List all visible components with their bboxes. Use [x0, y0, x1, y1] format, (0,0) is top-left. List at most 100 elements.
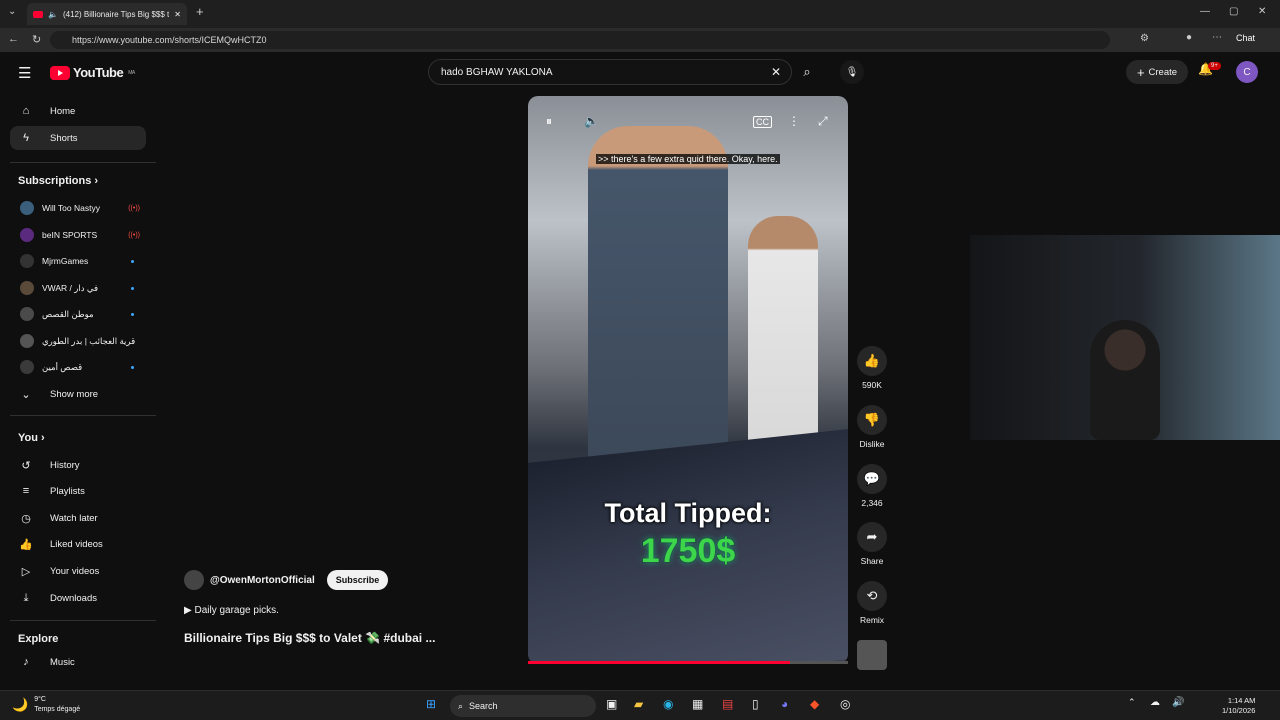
history-icon: ↺: [21, 459, 31, 472]
subscription-item[interactable]: قصص أمين: [20, 356, 140, 378]
mic-icon: 🎙: [845, 66, 859, 78]
sidebar-item-history[interactable]: ↺ History: [10, 453, 146, 477]
live-icon: ((•)): [128, 231, 140, 239]
close-window-icon[interactable]: ✕: [1258, 6, 1266, 17]
youtube-logo[interactable]: YouTube MA: [50, 65, 135, 80]
extensions-icon[interactable]: ⚙: [1140, 33, 1149, 44]
windows-start-icon[interactable]: ⊞: [426, 697, 436, 711]
progress-fill: [528, 661, 791, 664]
video-description[interactable]: ▶ Daily garage picks.: [184, 605, 279, 616]
search-button[interactable]: ⌕: [792, 59, 822, 85]
sidebar-item-shorts[interactable]: ϟ Shorts: [10, 126, 146, 150]
more-menu-icon[interactable]: ⋯: [1212, 32, 1222, 43]
channel-name[interactable]: @OwenMortonOfficial: [210, 575, 315, 586]
sidebar-item-watch-later[interactable]: ◷ Watch later: [10, 506, 146, 530]
browser-tab[interactable]: 🔈 (412) Billionaire Tips Big $$$ t ✕: [27, 3, 187, 25]
subscription-label: موطن القصص: [42, 308, 94, 319]
subscription-item[interactable]: موطن القصص: [20, 303, 140, 325]
captions-icon[interactable]: CC: [753, 116, 772, 128]
shorts-video-player[interactable]: [528, 96, 848, 664]
subscription-label: قرية العجائب | بدر الطوري: [42, 335, 136, 346]
chrome-icon[interactable]: ◎: [840, 697, 850, 711]
minimize-icon[interactable]: —: [1200, 6, 1210, 17]
subscriptions-heading[interactable]: Subscriptions ›: [18, 175, 98, 187]
profile-icon[interactable]: ●: [1186, 32, 1192, 43]
close-tab-icon[interactable]: ✕: [174, 10, 181, 19]
sidebar-item-liked-videos[interactable]: 👍 Liked videos: [10, 532, 146, 556]
speaker-icon[interactable]: 🔈: [48, 10, 58, 19]
file-explorer-icon[interactable]: ▰: [634, 697, 643, 711]
app-icon[interactable]: ▤: [722, 697, 733, 711]
more-options-icon[interactable]: ⋮: [788, 114, 800, 128]
account-avatar[interactable]: C: [1236, 61, 1258, 83]
like-button[interactable]: 👍 590K: [850, 346, 894, 390]
volume-tray-icon[interactable]: 🔊: [1172, 697, 1184, 708]
hamburger-menu-icon[interactable]: ☰: [18, 64, 31, 82]
show-more-label: Show more: [50, 388, 99, 400]
youtube-play-icon: [50, 65, 70, 80]
subscription-item[interactable]: Will Too Nastyy ((•)): [20, 197, 140, 219]
reload-icon[interactable]: ↻: [32, 33, 41, 46]
watch-later-icon: ◷: [21, 512, 31, 525]
subscription-item[interactable]: VWAR / في دار: [20, 277, 140, 299]
weather-widget[interactable]: 🌙 9°C Temps dégagé: [12, 695, 80, 715]
subscribe-button[interactable]: Subscribe: [326, 570, 389, 590]
sidebar-item-label: Watch later: [50, 512, 98, 524]
new-content-dot: [131, 365, 134, 369]
divider: [10, 162, 156, 163]
divider: [10, 620, 156, 621]
sidebar-item-label: History: [50, 459, 80, 471]
network-icon[interactable]: ☁: [1150, 697, 1160, 708]
tab-list-icon[interactable]: ⌄: [8, 6, 16, 17]
video-title[interactable]: Billionaire Tips Big $$$ to Valet 💸 #dub…: [184, 631, 435, 645]
fullscreen-icon[interactable]: ⤢: [818, 114, 828, 129]
channel-avatar[interactable]: [184, 570, 204, 590]
url-field[interactable]: https://www.youtube.com/shorts/ICEMQwHCT…: [50, 31, 1110, 49]
comments-button[interactable]: 💬 2,346: [850, 464, 894, 508]
volume-icon[interactable]: 🔈: [584, 114, 599, 128]
taskbar-search[interactable]: ⌕ Search: [450, 695, 596, 717]
clock-time: 1:14 AM: [1227, 696, 1256, 705]
sidebar-item-home[interactable]: ⌂ Home: [10, 99, 146, 123]
notepad-icon[interactable]: ▯: [752, 697, 759, 711]
sound-thumbnail[interactable]: [850, 640, 894, 674]
chat-button[interactable]: Chat: [1236, 33, 1255, 43]
create-button[interactable]: + Create: [1126, 60, 1188, 84]
sidebar-item-downloads[interactable]: ⤓ Downloads: [10, 586, 146, 610]
store-icon[interactable]: ▦: [692, 697, 703, 711]
pause-icon[interactable]: ⏸: [546, 114, 552, 129]
system-clock[interactable]: 1:14 AM 1/10/2026: [1222, 696, 1255, 716]
subscription-item[interactable]: MjrmGames: [20, 250, 140, 272]
sidebar-item-playlists[interactable]: ≡ Playlists: [10, 479, 146, 503]
channel-avatar: [20, 334, 34, 348]
sidebar-item-label: Music: [50, 656, 75, 668]
tray-chevron-icon[interactable]: ⌃: [1128, 697, 1136, 708]
subscription-item[interactable]: beIN SPORTS ((•)): [20, 224, 140, 246]
sidebar-item-music[interactable]: ♪ Music: [10, 650, 146, 674]
voice-search-button[interactable]: 🎙: [840, 60, 864, 84]
sidebar-item-your-videos[interactable]: ▷ Your videos: [10, 559, 146, 583]
new-tab-icon[interactable]: +: [196, 4, 204, 19]
logo-text: YouTube: [73, 65, 124, 80]
discord-icon[interactable]: ◕: [781, 697, 788, 711]
brave-icon[interactable]: ◆: [810, 697, 819, 711]
back-icon[interactable]: ←: [8, 33, 19, 45]
show-more-button[interactable]: ⌄ Show more: [10, 382, 146, 406]
you-heading[interactable]: You ›: [18, 432, 45, 444]
task-view-icon[interactable]: ▣: [606, 697, 617, 711]
maximize-icon[interactable]: ▢: [1229, 6, 1238, 17]
video-caption: >> there's a few extra quid there. Okay,…: [596, 153, 784, 165]
music-icon: ♪: [23, 656, 29, 668]
taskbar: 🌙 9°C Temps dégagé ⊞ ⌕ Search ▣ ▰ ◉ ▦ ▤ ▯ …: [0, 690, 1280, 720]
subscription-item[interactable]: قرية العجائب | بدر الطوري: [20, 330, 140, 352]
search-input[interactable]: hado BGHAW YAKLONA ✕: [428, 59, 792, 85]
share-button[interactable]: ➦ Share: [850, 522, 894, 566]
remix-button[interactable]: ⟲ Remix: [850, 581, 894, 625]
overlay-label: Total Tipped:: [604, 498, 772, 528]
dislike-button[interactable]: 👎 Dislike: [850, 405, 894, 449]
edge-icon[interactable]: ◉: [663, 697, 673, 711]
video-progress-bar[interactable]: [528, 661, 848, 664]
clear-search-icon[interactable]: ✕: [771, 65, 781, 79]
clock-date: 1/10/2026: [1222, 706, 1256, 715]
subscription-label: Will Too Nastyy: [42, 203, 100, 213]
